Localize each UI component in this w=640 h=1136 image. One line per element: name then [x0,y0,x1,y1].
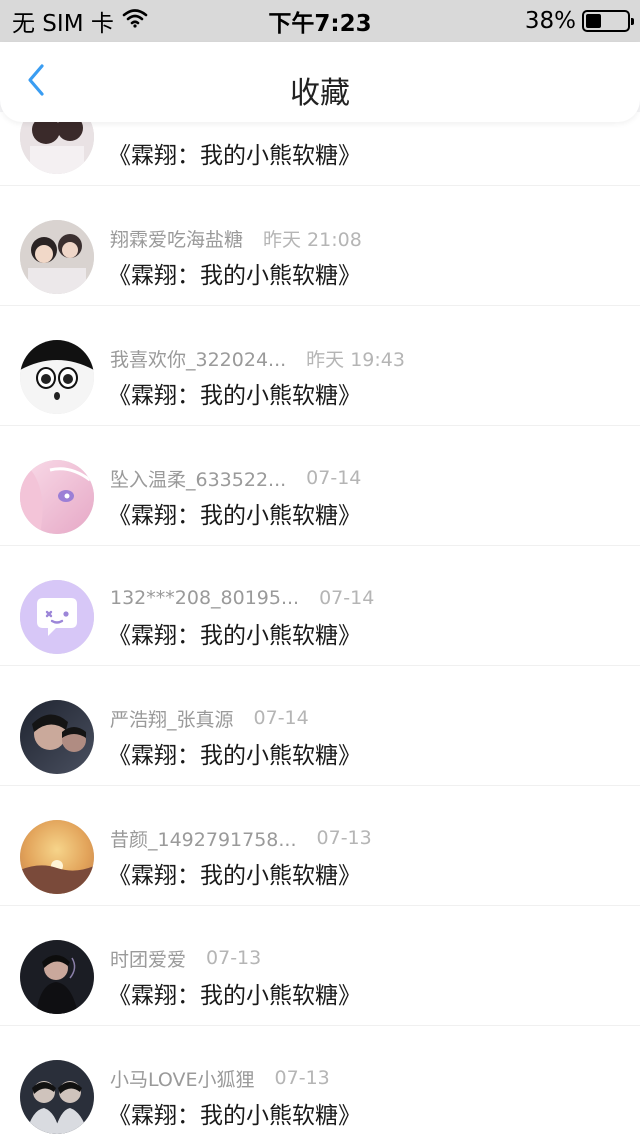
battery-icon [582,10,634,32]
item-username[interactable]: 132***208_80195... [110,587,299,609]
item-title[interactable]: 《霖翔：我的小熊软糖》 [108,1096,620,1130]
item-username[interactable]: 时团爱爱 [110,945,186,972]
avatar[interactable] [20,220,94,294]
item-title[interactable]: 《霖翔：我的小熊软糖》 [108,856,620,890]
item-title[interactable]: 《霖翔：我的小熊软糖》 [108,496,620,530]
item-meta: 昔颜_1492791758... 07-13 [110,824,620,852]
item-timestamp: 07-14 [253,707,309,729]
list-item[interactable]: 《霖翔：我的小熊软糖》 [0,112,640,186]
list-item[interactable]: 坠入温柔_633522... 07-14 《霖翔：我的小熊软糖》 [0,426,640,546]
item-title[interactable]: 《霖翔：我的小熊软糖》 [108,736,620,770]
item-username[interactable]: 翔霖爱吃海盐糖 [110,225,243,252]
battery-level [586,14,602,28]
item-title[interactable]: 《霖翔：我的小熊软糖》 [108,136,620,170]
list-item[interactable]: 小马LOVE小狐狸 07-13 《霖翔：我的小熊软糖》 [0,1026,640,1136]
item-meta: 严浩翔_张真源 07-14 [110,704,620,732]
item-username[interactable]: 昔颜_1492791758... [110,825,297,852]
item-title[interactable]: 《霖翔：我的小熊软糖》 [108,256,620,290]
avatar[interactable] [20,820,94,894]
item-username[interactable]: 小马LOVE小狐狸 [110,1065,255,1092]
battery-percent: 38% [524,8,576,34]
list-item[interactable]: 翔霖爱吃海盐糖 昨天 21:08 《霖翔：我的小熊软糖》 [0,186,640,306]
item-meta: 时团爱爱 07-13 [110,944,620,972]
carrier-label: 无 SIM 卡 [12,11,114,37]
item-meta: 我喜欢你_322024... 昨天 19:43 [110,344,620,372]
item-timestamp: 07-14 [306,467,362,489]
item-meta: 小马LOVE小狐狸 07-13 [110,1064,620,1092]
item-title[interactable]: 《霖翔：我的小熊软糖》 [108,616,620,650]
list-item[interactable]: 132***208_80195... 07-14 《霖翔：我的小熊软糖》 [0,546,640,666]
item-timestamp: 07-13 [206,947,262,969]
nav-bar: 收藏 [0,42,640,122]
status-right: 38% [524,8,634,34]
item-timestamp: 昨天 21:08 [263,228,362,251]
wifi-icon [122,8,148,34]
item-title[interactable]: 《霖翔：我的小熊软糖》 [108,976,620,1010]
page-title: 收藏 [290,76,350,111]
item-timestamp: 07-13 [316,827,372,849]
item-title[interactable]: 《霖翔：我的小熊软糖》 [108,376,620,410]
item-username[interactable]: 严浩翔_张真源 [110,705,234,732]
list-item[interactable]: 严浩翔_张真源 07-14 《霖翔：我的小熊软糖》 [0,666,640,786]
list-item[interactable]: 我喜欢你_322024... 昨天 19:43 《霖翔：我的小熊软糖》 [0,306,640,426]
item-meta: 132***208_80195... 07-14 [110,584,620,612]
status-left: 无 SIM 卡 [12,4,148,38]
avatar[interactable] [20,940,94,1014]
avatar[interactable] [20,700,94,774]
avatar[interactable] [20,1060,94,1134]
avatar[interactable] [20,340,94,414]
item-username[interactable]: 我喜欢你_322024... [110,345,286,372]
list-item[interactable]: 昔颜_1492791758... 07-13 《霖翔：我的小熊软糖》 [0,786,640,906]
avatar[interactable] [20,580,94,654]
avatar[interactable] [20,460,94,534]
status-bar: 无 SIM 卡 下午7:23 38% [0,0,640,42]
favorites-list[interactable]: 《霖翔：我的小熊软糖》 翔霖爱吃海盐糖 昨天 21:08 《霖翔：我的小熊软糖》 我喜欢… [0,112,640,1136]
item-timestamp: 昨天 19:43 [306,348,405,371]
item-meta: 翔霖爱吃海盐糖 昨天 21:08 [110,224,620,252]
item-meta: 坠入温柔_633522... 07-14 [110,464,620,492]
item-timestamp: 07-13 [274,1067,330,1089]
item-timestamp: 07-14 [319,587,375,609]
list-item[interactable]: 时团爱爱 07-13 《霖翔：我的小熊软糖》 [0,906,640,1026]
item-username[interactable]: 坠入温柔_633522... [110,465,286,492]
